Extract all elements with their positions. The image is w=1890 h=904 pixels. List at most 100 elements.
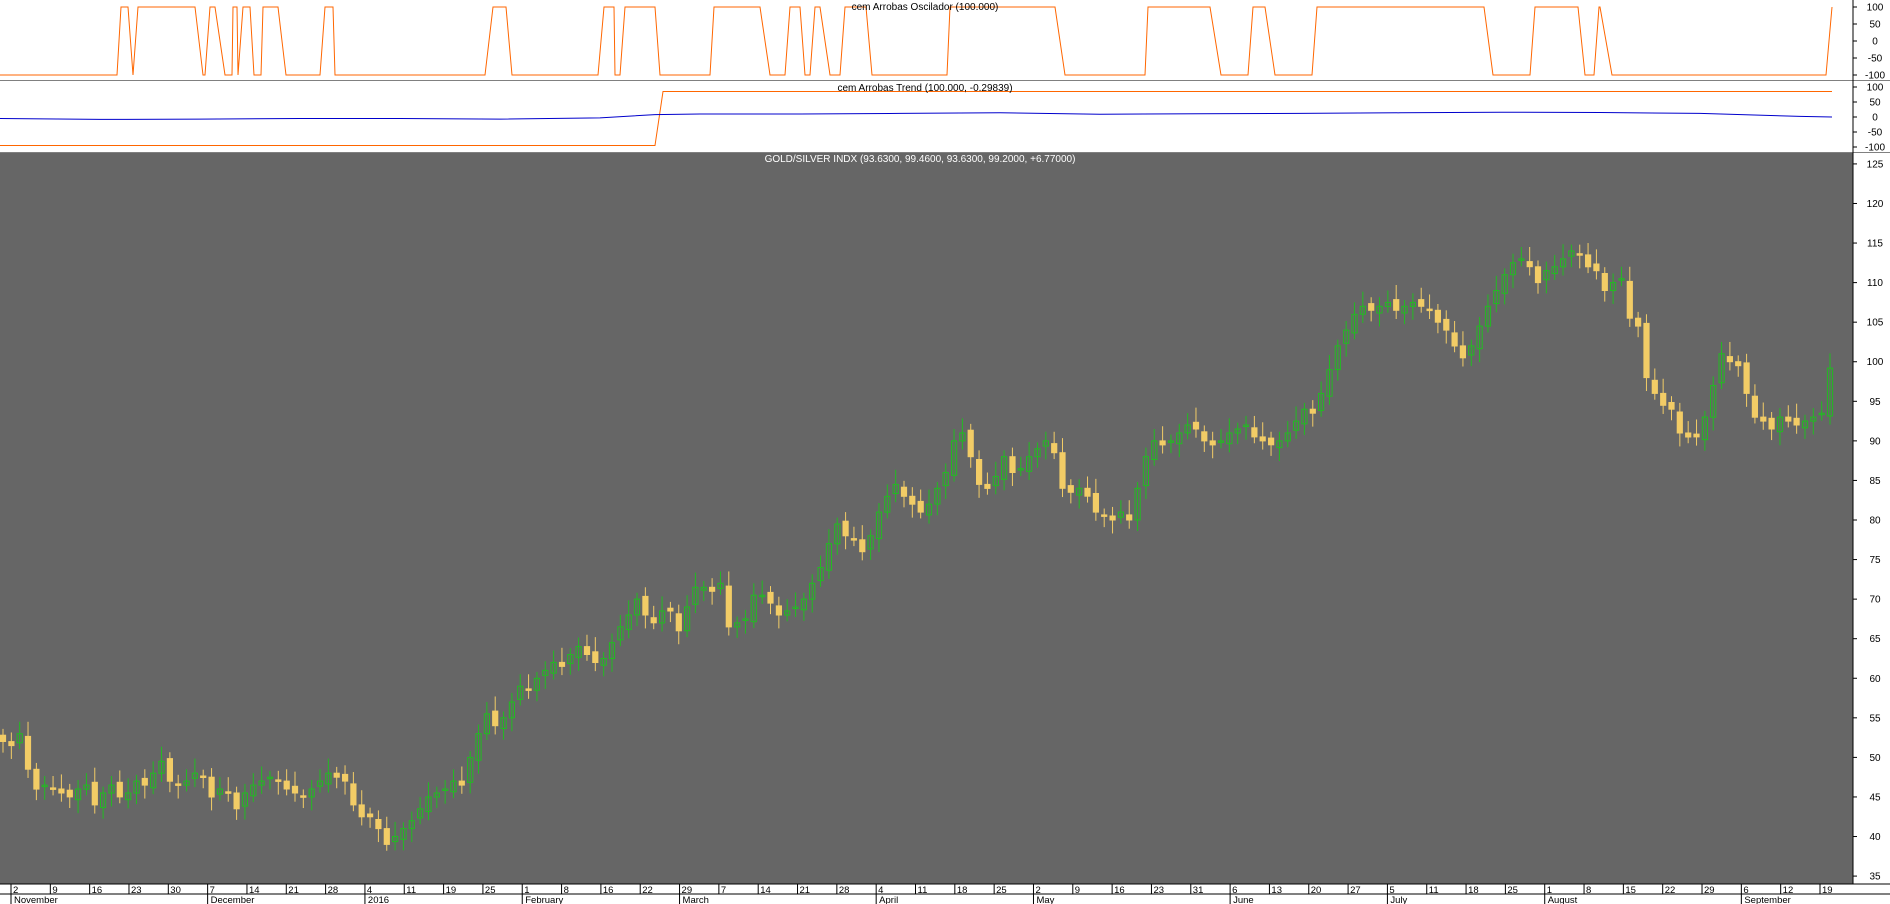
candle-body	[1067, 485, 1074, 493]
date-tick-label: 8	[1586, 885, 1591, 896]
price-ytick-label: 45	[1869, 792, 1881, 803]
candle-body	[842, 520, 849, 537]
candle-body	[1092, 493, 1100, 513]
price-ytick-label: 115	[1867, 239, 1883, 250]
date-tick-label: 14	[760, 885, 771, 896]
date-tick-label: 16	[603, 885, 614, 896]
candle-body	[1768, 417, 1775, 430]
price-ytick-label: 65	[1869, 634, 1881, 645]
candle-body	[50, 787, 57, 790]
candle-body	[1459, 345, 1467, 359]
candle-body	[300, 795, 307, 798]
oscillator-ytick-label: 100	[1867, 3, 1884, 14]
candle-body	[1084, 487, 1091, 497]
candle-body	[1426, 308, 1433, 312]
date-tick-label: 18	[957, 885, 968, 896]
candle-body	[492, 710, 499, 727]
date-tick-label: 9	[1075, 885, 1080, 896]
candle-body	[358, 804, 365, 818]
date-tick-label: 23	[1153, 885, 1164, 896]
candle-body	[650, 617, 657, 624]
trend-ytick-label: -50	[1868, 128, 1883, 139]
candle-body	[116, 781, 123, 798]
candle-body	[24, 735, 32, 770]
oscillator-ytick-label: 50	[1869, 20, 1881, 31]
candle-body	[1101, 514, 1108, 517]
trend-ytick-label: -100	[1865, 143, 1885, 154]
date-tick-label: 25	[1507, 885, 1518, 896]
month-label: June	[1233, 895, 1254, 904]
trend-ytick-label: 100	[1867, 83, 1884, 94]
candle-body	[1668, 402, 1675, 410]
candle-body	[1693, 433, 1700, 438]
date-tick-label: 22	[1665, 885, 1676, 896]
date-tick-label: 16	[92, 885, 103, 896]
date-tick-label: 22	[642, 885, 653, 896]
candle-body	[1443, 318, 1450, 331]
candle-body	[675, 613, 682, 632]
month-label: May	[1036, 895, 1054, 904]
candle-body	[592, 651, 599, 663]
month-label: September	[1744, 895, 1790, 904]
candle-body	[1760, 416, 1767, 422]
oscillator-ytick-label: -50	[1868, 54, 1883, 65]
candle-body	[1534, 266, 1542, 284]
candle-body	[458, 780, 465, 786]
candle-body	[1735, 361, 1742, 367]
date-tick-label: 20	[1311, 885, 1322, 896]
date-tick-label: 31	[1193, 885, 1204, 896]
candle-body	[558, 661, 566, 667]
candle-body	[1209, 440, 1216, 446]
price-title: GOLD/SILVER INDX (93.6300, 99.4600, 93.6…	[765, 154, 1076, 165]
candle-body	[1192, 421, 1200, 430]
candle-body	[725, 585, 732, 628]
candle-body	[642, 595, 649, 616]
candle-body	[200, 775, 207, 778]
price-panel: 125 120 115 110 105 100 95 90 85 80 75 70 65 60 55 50 45…	[0, 153, 1890, 884]
price-ytick-label: 120	[1867, 199, 1884, 210]
candle-body	[984, 483, 991, 489]
candle-body	[1309, 408, 1316, 414]
price-ytick-label: 60	[1869, 674, 1881, 685]
oscillator-ytick-label: -100	[1865, 71, 1885, 82]
date-tick-label: 30	[170, 885, 181, 896]
price-ytick-label: 75	[1869, 555, 1881, 566]
candle-body	[0, 734, 7, 743]
price-ytick-label: 100	[1867, 357, 1884, 368]
candle-body	[1751, 395, 1759, 418]
candle-body	[233, 792, 240, 810]
date-tick-label: 25	[485, 885, 496, 896]
oscillator-title: cem Arrobas Oscilador (100.000)	[852, 2, 999, 13]
date-tick-label: 8	[564, 885, 569, 896]
trend-title: cem Arrobas Trend (100.000, -0.29839)	[837, 83, 1012, 94]
candle-body	[1051, 443, 1058, 454]
date-tick-label: 11	[1429, 885, 1439, 896]
candle-body	[367, 813, 374, 818]
trend-ytick-label: 0	[1872, 113, 1878, 124]
price-ytick-label: 110	[1867, 278, 1883, 289]
candle-body	[1159, 440, 1166, 446]
date-tick-label: 28	[839, 885, 850, 896]
month-label: April	[879, 895, 898, 904]
candle-body	[333, 772, 340, 778]
candle-body	[375, 819, 382, 830]
date-tick-label: 11	[406, 885, 416, 896]
date-axis: 2 9 16 23 30 7 14 21 28 4 11 19 25 1 8 16 22 29 7 14 21 28 4 11…	[0, 883, 1890, 904]
candle-body	[1526, 261, 1533, 268]
candle-body	[1793, 417, 1800, 426]
price-ytick-label: 80	[1869, 516, 1881, 527]
date-tick-label: 13	[1271, 885, 1282, 896]
candle-body	[33, 768, 40, 790]
date-tick-label: 18	[1468, 885, 1479, 896]
date-tick-label: 15	[1625, 885, 1636, 896]
month-label: November	[14, 895, 58, 904]
candle-body	[8, 741, 15, 747]
candle-body	[1393, 299, 1400, 311]
candle-body	[1685, 432, 1692, 438]
candle-body	[850, 538, 857, 541]
date-tick-label: 16	[1114, 885, 1125, 896]
price-ytick-label: 40	[1869, 832, 1881, 843]
price-ytick-label: 105	[1867, 318, 1884, 329]
candle-body	[1593, 263, 1600, 272]
month-label: 2016	[368, 895, 389, 904]
